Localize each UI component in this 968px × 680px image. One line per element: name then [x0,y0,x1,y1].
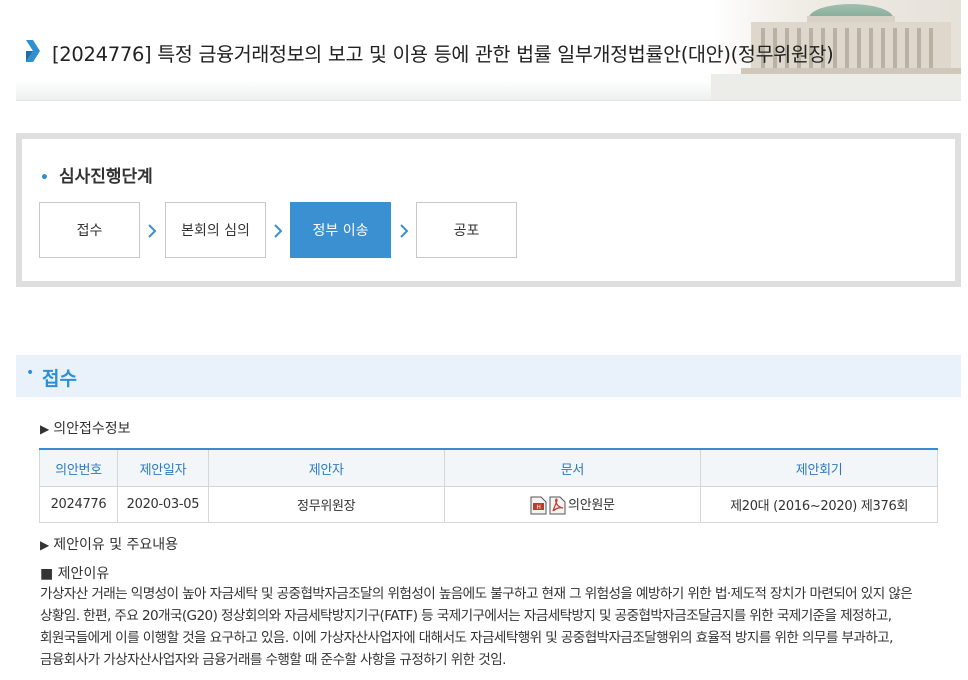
cell-bill-no: 2024776 [39,486,118,523]
stage-heading-label: 심사진행단계 [58,167,153,187]
stage-heading: • 심사진행단계 [40,162,153,187]
receipt-info-table: 의안번호 제안일자 제안자 문서 제안회기 2024776 2020-03-05… [39,448,938,523]
chevron-right-icon [400,224,409,238]
column-header-session: 제안회기 [700,448,938,487]
table-header-row: 의안번호 제안일자 제안자 문서 제안회기 [39,448,938,487]
page-header: [2024776] 특정 금융거래정보의 보고 및 이용 등에 관한 법률 일부… [16,0,961,101]
column-header-proposer: 제안자 [207,448,445,487]
section-header-receipt: • 접수 [16,355,961,397]
pdf-file-icon[interactable] [549,496,566,515]
triangle-right-icon: ▶ [40,538,50,552]
document-icons: H [530,496,566,515]
cell-date: 2020-03-05 [116,486,209,523]
title-chevron-icon [26,40,40,62]
cell-session: 제20대 (2016~2020) 제376회 [700,486,938,523]
column-header-date: 제안일자 [116,448,209,487]
svg-text:H: H [536,504,540,511]
hwp-file-icon[interactable]: H [530,496,547,515]
section-title: 접수 [42,368,77,390]
chevron-right-icon [274,224,283,238]
stage-step-received: 접수 [39,202,140,258]
chevron-right-icon [148,224,157,238]
bullet-icon: • [26,365,35,381]
column-header-bill-no: 의안번호 [39,448,118,487]
receipt-info-label: 의안접수정보 [53,421,131,437]
reason-label: ■ 제안이유 [40,566,110,582]
stage-step-government-transfer: 정부 이송 [290,202,391,258]
document-link[interactable]: 의안원문 [568,498,615,513]
bullet-icon: • [40,170,49,186]
receipt-info-heading: ▶ 의안접수정보 [40,418,131,438]
reason-section-label: 제안이유 및 주요내용 [53,537,179,553]
column-header-document: 문서 [443,448,702,487]
stage-step-promulgation: 공포 [416,202,517,258]
table-row: 2024776 2020-03-05 정무위원장 H 의안원문 제20대 (20… [39,486,938,523]
stage-step-plenary: 본회의 심의 [165,202,266,258]
cell-proposer: 정무위원장 [207,486,445,523]
reason-section-heading: ▶ 제안이유 및 주요내용 [40,534,178,554]
review-stage-panel: • 심사진행단계 접수 본회의 심의 정부 이송 공포 [16,133,961,287]
triangle-right-icon: ▶ [40,422,50,436]
reason-text: 가상자산 거래는 익명성이 높아 자금세탁 및 공중협박자금조달의 위험성이 높… [40,586,913,668]
page-title: [2024776] 특정 금융거래정보의 보고 및 이용 등에 관한 법률 일부… [52,43,834,66]
cell-document: H 의안원문 [443,486,702,523]
